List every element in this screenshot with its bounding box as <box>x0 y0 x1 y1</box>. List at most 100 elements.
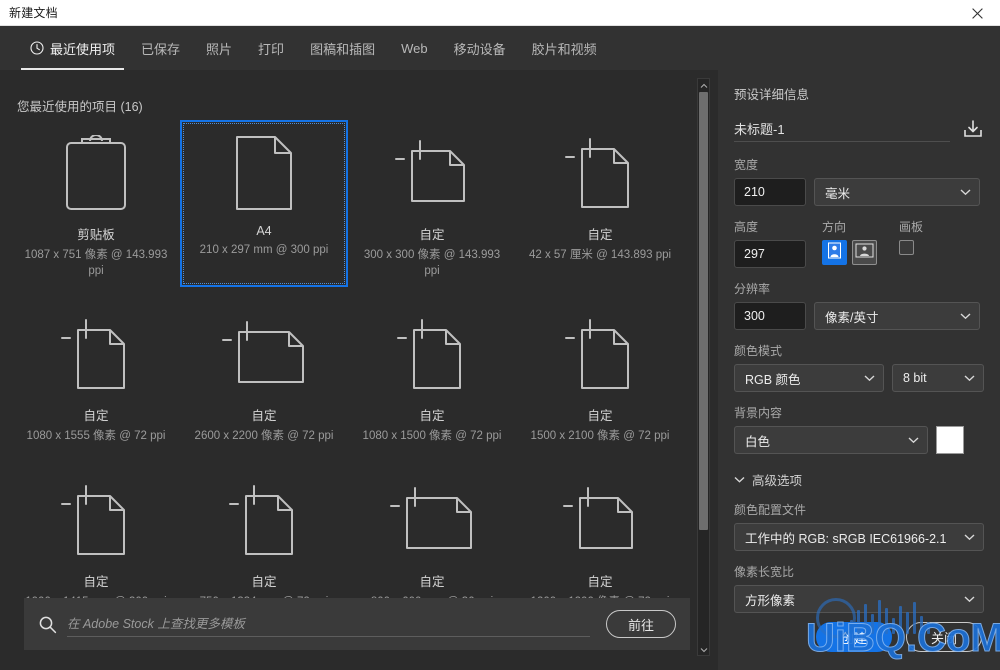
scroll-down-button[interactable] <box>698 643 709 655</box>
tab-recent[interactable]: 最近使用项 <box>17 26 128 70</box>
pixel-aspect-value: 方形像素 <box>745 593 796 608</box>
tab-web[interactable]: Web <box>388 26 441 70</box>
chevron-down-icon <box>734 476 745 483</box>
tab-label: 图稿和插图 <box>310 41 376 57</box>
preset-meta: 1087 x 751 像素 @ 143.993 ppi <box>24 249 168 277</box>
background-label: 背景内容 <box>734 406 783 420</box>
preset-name: 自定 <box>419 409 445 424</box>
tab-label: 最近使用项 <box>50 41 116 57</box>
height-orientation-group: 高度 方向 <box>734 218 984 268</box>
preset-card[interactable]: 自定 1080 x 1500 像素 @ 72 ppi <box>348 301 516 453</box>
color-profile-group: 颜色配置文件 工作中的 RGB: sRGB IEC61966-2.1 <box>734 501 984 551</box>
preset-card[interactable]: 剪贴板 1087 x 751 像素 @ 143.993 ppi <box>12 120 180 287</box>
chevron-down-icon <box>960 189 971 196</box>
orientation-portrait-button[interactable] <box>822 240 847 265</box>
preset-name: 自定 <box>251 574 277 589</box>
tab-label: 胶片和视频 <box>531 41 597 57</box>
preset-card[interactable]: 自定750 x 1334 mm @ 72 ppi <box>180 467 348 619</box>
close-button[interactable]: 关闭 <box>906 622 982 652</box>
download-preset-icon[interactable] <box>962 119 984 139</box>
background-select[interactable]: 白色 <box>734 426 928 454</box>
width-unit-select[interactable]: 毫米 <box>814 178 980 206</box>
preset-card[interactable]: A4 210 x 297 mm @ 300 ppi <box>180 120 348 288</box>
custom-portrait-icon <box>228 477 300 563</box>
preset-card[interactable]: 自定1000 x 1415 mm @ 300 ppi <box>12 467 180 619</box>
tab-bar: 最近使用项 已保存 照片 打印 图稿和插图 Web 移动设备 胶片和视频 <box>0 26 1000 70</box>
custom-landscape-icon <box>221 311 307 397</box>
window-title: 新建文档 <box>9 6 58 20</box>
color-depth-select[interactable]: 8 bit <box>892 364 984 392</box>
height-label: 高度 <box>734 220 759 234</box>
tab-label: 照片 <box>206 41 233 57</box>
search-input[interactable] <box>67 611 590 637</box>
preset-name: 自定 <box>419 574 445 589</box>
background-value: 白色 <box>745 434 771 449</box>
window-titlebar: 新建文档 <box>0 0 1000 26</box>
preset-name: 自定 <box>251 409 277 424</box>
resolution-label: 分辨率 <box>734 282 771 296</box>
custom-portrait-icon <box>564 130 636 216</box>
preset-details-panel: 预设详细信息 宽度 毫米 <box>718 70 1000 670</box>
orientation-portrait-icon <box>826 242 843 264</box>
close-icon <box>971 7 983 19</box>
orientation-label: 方向 <box>822 220 847 234</box>
orientation-landscape-button[interactable] <box>852 240 877 265</box>
tab-photo[interactable]: 照片 <box>193 26 245 70</box>
tab-film-and-video[interactable]: 胶片和视频 <box>519 26 610 70</box>
color-profile-label: 颜色配置文件 <box>734 503 807 517</box>
stock-search-bar: 前往 <box>24 598 690 650</box>
advanced-options-toggle[interactable]: 高级选项 <box>734 470 984 489</box>
background-color-swatch[interactable] <box>936 426 964 454</box>
preset-name: 自定 <box>419 228 445 242</box>
scroll-up-button[interactable] <box>698 79 709 91</box>
chevron-down-icon <box>908 437 919 444</box>
preset-card[interactable]: 自定1200 x 1200 像素 @ 72 ppi <box>516 467 684 619</box>
create-button[interactable]: 创建 <box>816 622 892 652</box>
resolution-group: 分辨率 像素/英寸 <box>734 280 984 330</box>
tab-print[interactable]: 打印 <box>245 26 297 70</box>
width-unit-value: 毫米 <box>825 186 851 201</box>
pixel-aspect-label: 像素长宽比 <box>734 565 795 579</box>
go-button[interactable]: 前往 <box>606 610 676 638</box>
tab-mobile[interactable]: 移动设备 <box>441 26 519 70</box>
preset-card[interactable]: 自定 1500 x 2100 像素 @ 72 ppi <box>516 301 684 453</box>
chevron-down-icon <box>700 640 708 658</box>
tab-saved[interactable]: 已保存 <box>128 26 193 70</box>
width-input[interactable] <box>734 178 806 206</box>
artboard-checkbox[interactable] <box>899 240 914 255</box>
preset-card[interactable]: 自定800 x 600 mm @ 30 ppi <box>348 467 516 619</box>
custom-square-icon <box>394 130 470 216</box>
preset-card[interactable]: 自定 42 x 57 厘米 @ 143.893 ppi <box>516 120 684 287</box>
color-mode-label: 颜色模式 <box>734 344 783 358</box>
resolution-unit-select[interactable]: 像素/英寸 <box>814 302 980 330</box>
scroll-thumb[interactable] <box>699 92 708 530</box>
clock-icon <box>30 41 44 55</box>
color-mode-select[interactable]: RGB 颜色 <box>734 364 884 392</box>
custom-square-icon <box>562 477 638 563</box>
preset-scrollbar[interactable] <box>697 78 710 656</box>
document-name-input[interactable] <box>734 116 950 142</box>
preset-card[interactable]: 自定 2600 x 2200 像素 @ 72 ppi <box>180 301 348 453</box>
advanced-options-label: 高级选项 <box>752 474 803 488</box>
preset-card[interactable]: 自定 1080 x 1555 像素 @ 72 ppi <box>12 301 180 453</box>
color-mode-group: 颜色模式 RGB 颜色 8 bit <box>734 342 984 392</box>
color-profile-select[interactable]: 工作中的 RGB: sRGB IEC61966-2.1 <box>734 523 984 551</box>
width-label: 宽度 <box>734 158 759 172</box>
preset-meta: 210 x 297 mm @ 300 ppi <box>199 244 329 256</box>
preset-meta: 2600 x 2200 像素 @ 72 ppi <box>194 430 334 443</box>
window-close-button[interactable] <box>954 0 1000 26</box>
custom-portrait-icon <box>60 311 132 397</box>
preset-name: 自定 <box>587 574 613 589</box>
preset-card[interactable]: 自定 300 x 300 像素 @ 143.993 ppi <box>348 120 516 287</box>
tab-label: 打印 <box>258 41 285 57</box>
custom-portrait-icon <box>564 311 636 397</box>
pixel-aspect-select[interactable]: 方形像素 <box>734 585 984 613</box>
resolution-input[interactable] <box>734 302 806 330</box>
height-input[interactable] <box>734 240 806 268</box>
tab-label: 已保存 <box>141 41 181 57</box>
custom-portrait-icon <box>396 311 468 397</box>
document-name-row <box>734 116 984 142</box>
tab-label: Web <box>401 40 428 56</box>
tab-art-and-illustration[interactable]: 图稿和插图 <box>297 26 388 70</box>
tab-label: 移动设备 <box>453 41 506 57</box>
